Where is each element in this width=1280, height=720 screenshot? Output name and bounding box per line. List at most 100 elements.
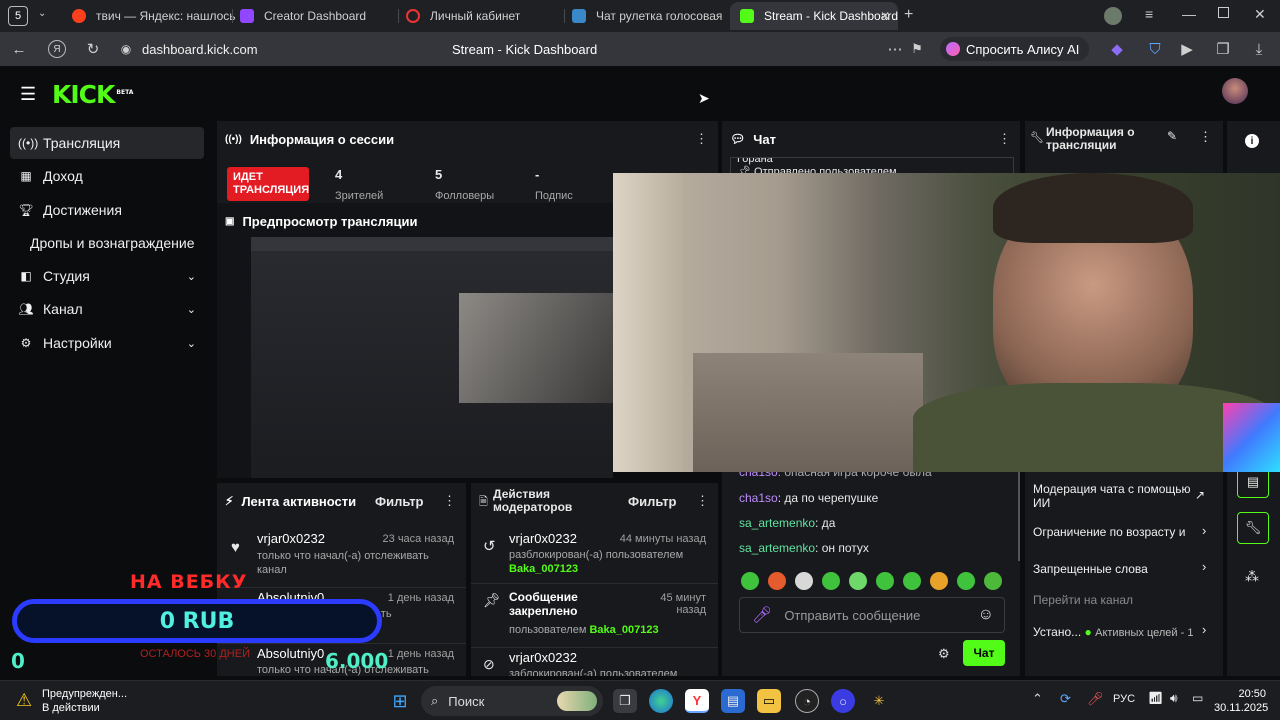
- emote-icon[interactable]: [957, 572, 975, 590]
- media-icon[interactable]: ▶: [1178, 40, 1196, 58]
- mod-target[interactable]: Baka_007123: [589, 624, 658, 636]
- chevron-up-icon[interactable]: ⌃: [1032, 691, 1043, 707]
- chat-settings-icon[interactable]: ⚙: [938, 646, 950, 662]
- chat-username[interactable]: sa_artemenko: [739, 516, 815, 530]
- mod-user[interactable]: vrjar0x0232: [509, 650, 577, 665]
- chevron-right-icon: ›: [1202, 523, 1207, 538]
- yandex-browser-icon[interactable]: Я: [48, 40, 66, 58]
- chat-input[interactable]: 🎤︎ Отправить сообщение ☺: [739, 597, 1005, 633]
- nav-label: Канал: [43, 301, 83, 317]
- nav-settings[interactable]: ⚙ Настройки ⌄: [10, 327, 204, 359]
- age-restriction-link[interactable]: Ограничение по возрасту и: [1033, 525, 1213, 539]
- goals-row[interactable]: Устано... ● Активных целей - 1: [1033, 625, 1193, 639]
- activity-user[interactable]: vrjar0x0232: [257, 531, 325, 546]
- task-view-icon[interactable]: ❐: [613, 689, 637, 713]
- taskbar-search[interactable]: ⌕ Поиск: [421, 686, 603, 716]
- sync-icon[interactable]: ⟳: [1060, 691, 1071, 707]
- share-icon[interactable]: ⁂: [1245, 568, 1259, 585]
- kebab-icon[interactable]: ⋮: [1199, 129, 1212, 145]
- preview-video[interactable]: [251, 237, 613, 478]
- nav-income[interactable]: ▦ Доход: [10, 160, 204, 192]
- kebab-icon[interactable]: ⋮: [696, 493, 709, 509]
- chat-username[interactable]: sa_artemenko: [739, 541, 815, 555]
- go-to-channel-link[interactable]: Перейти на канал: [1033, 593, 1133, 607]
- mic-tray-icon[interactable]: 🎤︎: [1087, 691, 1104, 707]
- browser-tab-chat-roulette[interactable]: Чат рулетка голосовая —: [572, 4, 722, 28]
- ai-moderation-link[interactable]: Модерация чата с помощью ИИ ↗: [1033, 482, 1205, 510]
- bookmark-icon[interactable]: ⚑: [908, 40, 926, 58]
- wifi-icon[interactable]: 📶︎: [1148, 691, 1163, 705]
- info-icon[interactable]: i: [1245, 134, 1259, 148]
- language-indicator[interactable]: РУС: [1113, 693, 1135, 705]
- close-window-icon[interactable]: ✕: [1254, 6, 1266, 23]
- nav-studio[interactable]: ◧ Студия ⌄: [10, 260, 204, 292]
- emote-icon[interactable]: [930, 572, 948, 590]
- tab-count-badge[interactable]: 5: [8, 6, 28, 26]
- emote-icon[interactable]: [822, 572, 840, 590]
- minimize-icon[interactable]: —: [1182, 6, 1196, 22]
- emoji-icon[interactable]: ☺: [978, 606, 994, 624]
- profile-avatar[interactable]: [1104, 7, 1122, 25]
- panel-title: Информация о сессии: [249, 131, 395, 147]
- alice-ai-button[interactable]: Спросить Алису AI: [940, 37, 1090, 61]
- emote-icon[interactable]: [741, 572, 759, 590]
- user-avatar[interactable]: [1222, 78, 1248, 104]
- url-field[interactable]: dashboard.kick.com Stream - Kick Dashboa…: [112, 36, 922, 62]
- mod-user[interactable]: vrjar0x0232: [509, 531, 577, 546]
- collections-icon[interactable]: ❐: [1214, 40, 1232, 58]
- browser-tab-cabinet[interactable]: Личный кабинет: [406, 4, 566, 28]
- nav-drops[interactable]: Дропы и вознаграждение: [10, 227, 204, 259]
- browser-tab-kick[interactable]: Stream - Kick Dashboard ✕: [730, 2, 898, 30]
- volume-icon[interactable]: 🔊︎: [1170, 691, 1178, 706]
- send-chat-button[interactable]: Чат: [963, 640, 1005, 666]
- new-tab-icon[interactable]: +: [904, 6, 913, 24]
- mod-target[interactable]: Baka_007123: [509, 563, 578, 575]
- activity-user[interactable]: Absolutniy0: [257, 646, 324, 661]
- menu-icon[interactable]: ≡: [1145, 6, 1153, 22]
- battery-icon[interactable]: ▭: [1192, 691, 1203, 705]
- banned-words-link[interactable]: Запрещенные слова: [1033, 562, 1148, 576]
- browser-tab-yandex[interactable]: твич — Яндекс: нашлось: [72, 4, 242, 28]
- filter-button[interactable]: Фильтр: [628, 494, 677, 509]
- back-icon[interactable]: ←: [10, 40, 28, 58]
- chat-icon: 💬︎: [730, 132, 746, 146]
- mic-icon[interactable]: 🎤︎: [752, 605, 772, 625]
- emote-icon[interactable]: [876, 572, 894, 590]
- app-sun-icon[interactable]: ✳: [867, 689, 891, 713]
- reload-icon[interactable]: ↻: [84, 40, 102, 58]
- kebab-icon[interactable]: ⋮: [443, 493, 456, 509]
- emote-icon[interactable]: [768, 572, 786, 590]
- explorer-icon[interactable]: ▭: [757, 689, 781, 713]
- app-icon[interactable]: ○: [831, 689, 855, 713]
- close-tab-icon[interactable]: ✕: [880, 9, 890, 23]
- obs-icon[interactable]: ◔: [795, 689, 819, 713]
- nav-channel[interactable]: 👥︎ Канал ⌄: [10, 293, 204, 325]
- filter-button[interactable]: Фильтр: [375, 494, 424, 509]
- extension-icon[interactable]: ◆: [1108, 40, 1126, 58]
- chat-username[interactable]: cha1so: [739, 491, 778, 505]
- emote-icon[interactable]: [984, 572, 1002, 590]
- nav-stream[interactable]: ((•)) Трансляция: [10, 127, 204, 159]
- kick-logo[interactable]: KICK BETA: [52, 80, 133, 109]
- shield-icon[interactable]: ⛉: [1146, 40, 1164, 58]
- edit-icon[interactable]: ✎: [1167, 129, 1177, 143]
- emote-icon[interactable]: [903, 572, 921, 590]
- kebab-icon[interactable]: ⋮: [695, 131, 708, 147]
- kebab-icon[interactable]: ⋮: [998, 131, 1011, 147]
- tools-icon[interactable]: 🔧︎: [1237, 512, 1269, 544]
- more-icon[interactable]: ⋯: [886, 40, 904, 58]
- yandex-browser-taskbar-icon[interactable]: Y: [685, 689, 709, 713]
- restore-icon[interactable]: [1218, 7, 1229, 18]
- browser-tab-twitch[interactable]: Creator Dashboard: [240, 4, 400, 28]
- emote-icon[interactable]: [795, 572, 813, 590]
- windows-start-icon[interactable]: ⊞: [388, 689, 412, 713]
- nav-achievements[interactable]: 🏆︎ Достижения: [10, 194, 204, 226]
- edge-icon[interactable]: [649, 689, 673, 713]
- download-icon[interactable]: ⤓: [1250, 40, 1268, 58]
- warning-notification[interactable]: Предупрежден... В действии: [42, 687, 127, 715]
- hamburger-icon[interactable]: ☰: [20, 84, 36, 105]
- store-icon[interactable]: ▤: [721, 689, 745, 713]
- emote-icon[interactable]: [849, 572, 867, 590]
- tabs-dropdown-icon[interactable]: ⌄: [38, 8, 46, 19]
- clock[interactable]: 20:50 30.11.2025: [1214, 687, 1268, 715]
